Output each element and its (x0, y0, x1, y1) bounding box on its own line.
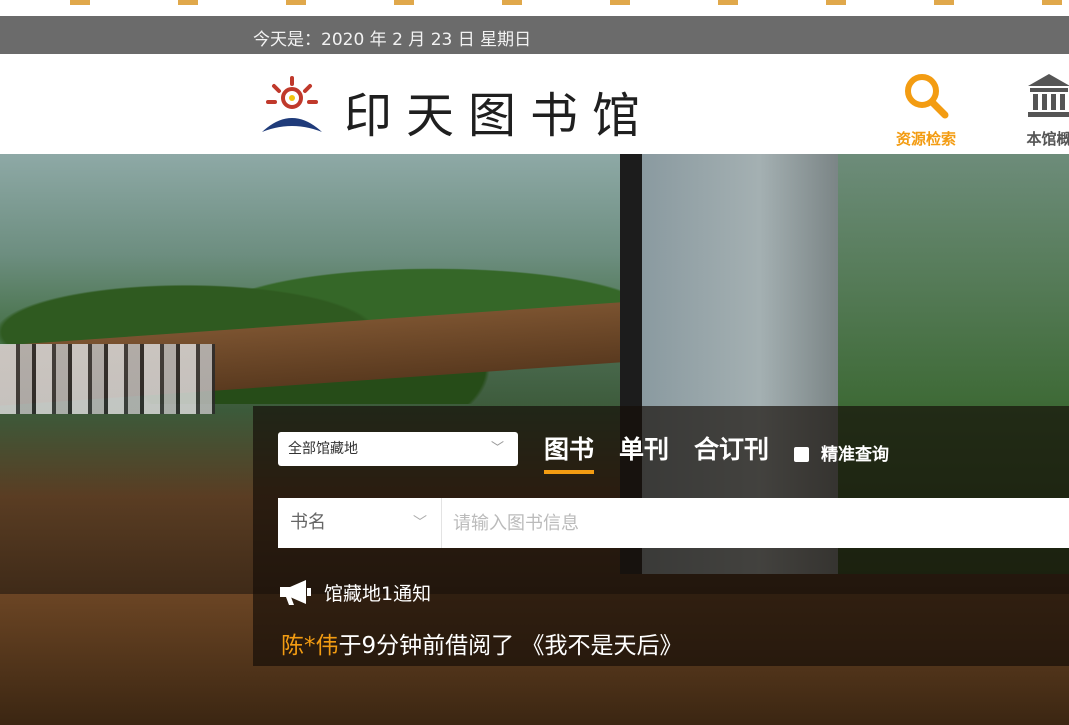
checkbox-square[interactable] (794, 447, 809, 462)
search-field-value: 书名 (290, 512, 326, 533)
search-field-select[interactable]: 书名 ﹀ (278, 498, 442, 548)
site-header: 印天图书馆 资源检索 本馆概 (0, 54, 1069, 154)
date-bar: 今天是：2020 年 2 月 23 日 星期日 (0, 16, 1069, 54)
exact-search-checkbox[interactable]: 精准查询 (794, 440, 889, 465)
nav-library-overview[interactable]: 本馆概 (1004, 72, 1069, 149)
search-input[interactable] (443, 498, 1069, 548)
search-panel: 全部馆藏地 ﹀ 图书 单刊 合订刊 精准查询 书名 ﹀ 馆藏地1通知 陈*伟于9… (253, 406, 1069, 666)
megaphone-icon (280, 580, 311, 605)
exact-search-label: 精准查询 (821, 445, 889, 465)
library-building-icon (1028, 74, 1069, 117)
borrow-text: 于9分钟前借阅了 《我不是天后》 (338, 633, 683, 659)
tab-bound-volume[interactable]: 合订刊 (694, 430, 769, 466)
location-select[interactable]: 全部馆藏地 ﹀ (278, 432, 518, 466)
strip-dots (0, 0, 1069, 5)
notice-header: 馆藏地1通知 (278, 578, 431, 606)
nav-resource-search[interactable]: 资源检索 (881, 72, 971, 149)
nav-label: 资源检索 (895, 130, 956, 148)
top-decorative-strip (0, 0, 1069, 16)
tab-single-issue[interactable]: 单刊 (619, 430, 669, 466)
borrow-notice: 陈*伟于9分钟前借阅了 《我不是天后》 (281, 626, 682, 660)
search-bar: 书名 ﹀ (278, 498, 1069, 548)
search-icon (905, 74, 949, 119)
hero-banner: 全部馆藏地 ﹀ 图书 单刊 合订刊 精准查询 书名 ﹀ 馆藏地1通知 陈*伟于9… (0, 154, 1069, 725)
notice-title: 馆藏地1通知 (324, 583, 432, 605)
hero-books (0, 344, 215, 414)
site-title[interactable]: 印天图书馆 (344, 76, 654, 146)
tab-books[interactable]: 图书 (544, 430, 595, 474)
location-select-value: 全部馆藏地 (288, 441, 358, 457)
chevron-down-icon: ﹀ (413, 515, 427, 531)
current-date: 今天是：2020 年 2 月 23 日 星期日 (253, 30, 532, 50)
library-logo-icon[interactable] (258, 74, 326, 136)
borrower-name: 陈*伟 (281, 633, 339, 659)
chevron-down-icon: ﹀ (490, 441, 504, 456)
nav-label: 本馆概 (1026, 130, 1069, 148)
